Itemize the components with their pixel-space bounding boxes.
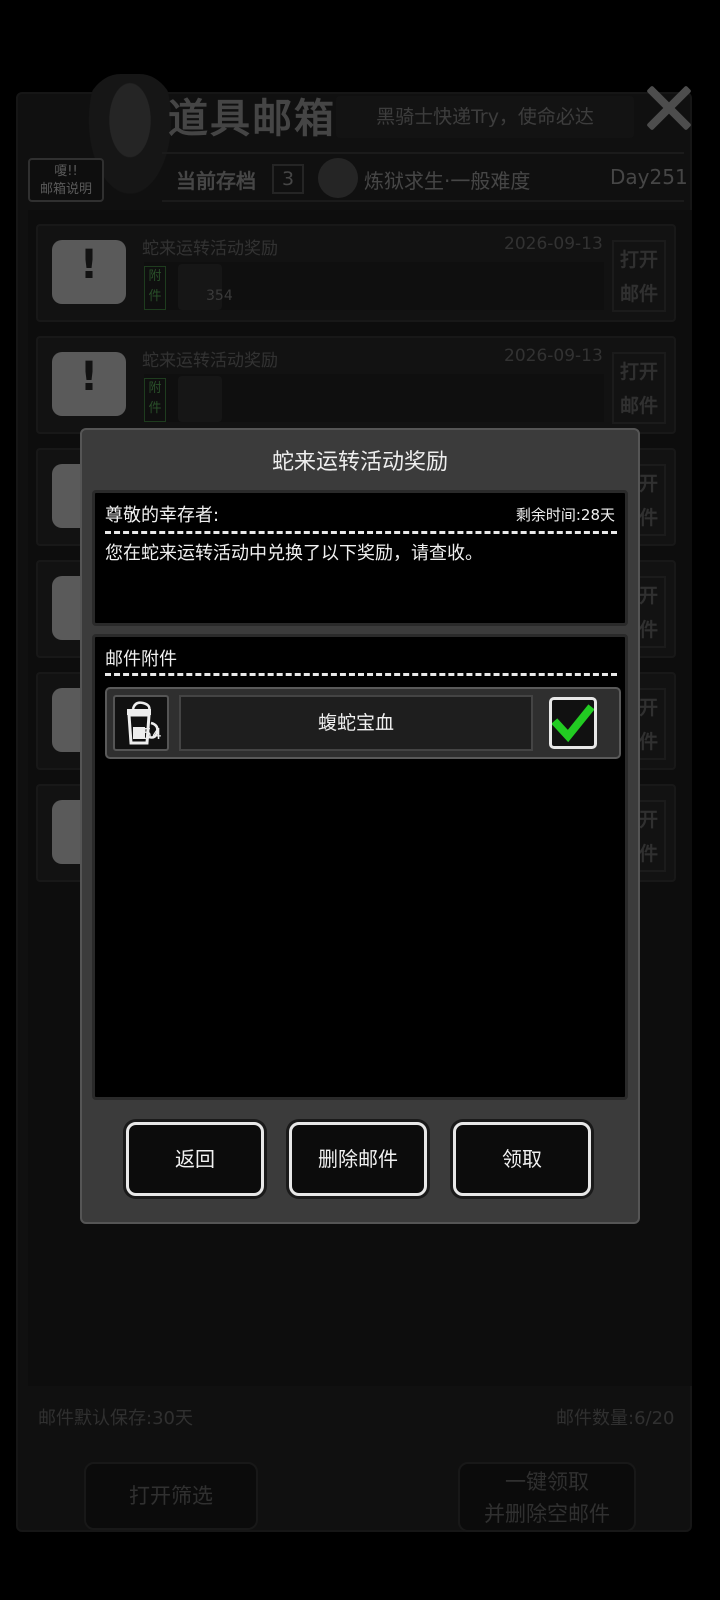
dialog-button-row: 返回 删除邮件 领取 — [92, 1104, 628, 1212]
claim-button[interactable]: 领取 — [453, 1122, 591, 1196]
item-checkbox[interactable] — [549, 697, 597, 749]
attachments-label: 邮件附件 — [105, 649, 177, 670]
message-box: 尊敬的幸存者: 剩余时间:28天 您在蛇来运转活动中兑换了以下奖励，请查收。 — [92, 490, 628, 626]
item-count: 354 — [133, 725, 162, 743]
dialog-title: 蛇来运转活动奖励 — [271, 450, 448, 475]
divider — [105, 531, 617, 534]
message-body: 您在蛇来运转活动中兑换了以下奖励，请查收。 — [105, 543, 483, 564]
checkmark-icon — [551, 704, 595, 743]
item-name: 蝮蛇宝血 — [179, 695, 533, 751]
attachment-box: 邮件附件 354 蝮蛇宝血 — [92, 634, 628, 1100]
delete-mail-button[interactable]: 删除邮件 — [289, 1122, 427, 1196]
mail-detail-dialog: 蛇来运转活动奖励 尊敬的幸存者: 剩余时间:28天 您在蛇来运转活动中兑换了以下… — [80, 428, 640, 1224]
back-button[interactable]: 返回 — [126, 1122, 264, 1196]
remaining-time: 剩余时间:28天 — [515, 506, 615, 524]
greeting-text: 尊敬的幸存者: — [105, 505, 220, 526]
divider — [105, 673, 617, 676]
attachment-item-row[interactable]: 354 蝮蛇宝血 — [105, 687, 621, 759]
